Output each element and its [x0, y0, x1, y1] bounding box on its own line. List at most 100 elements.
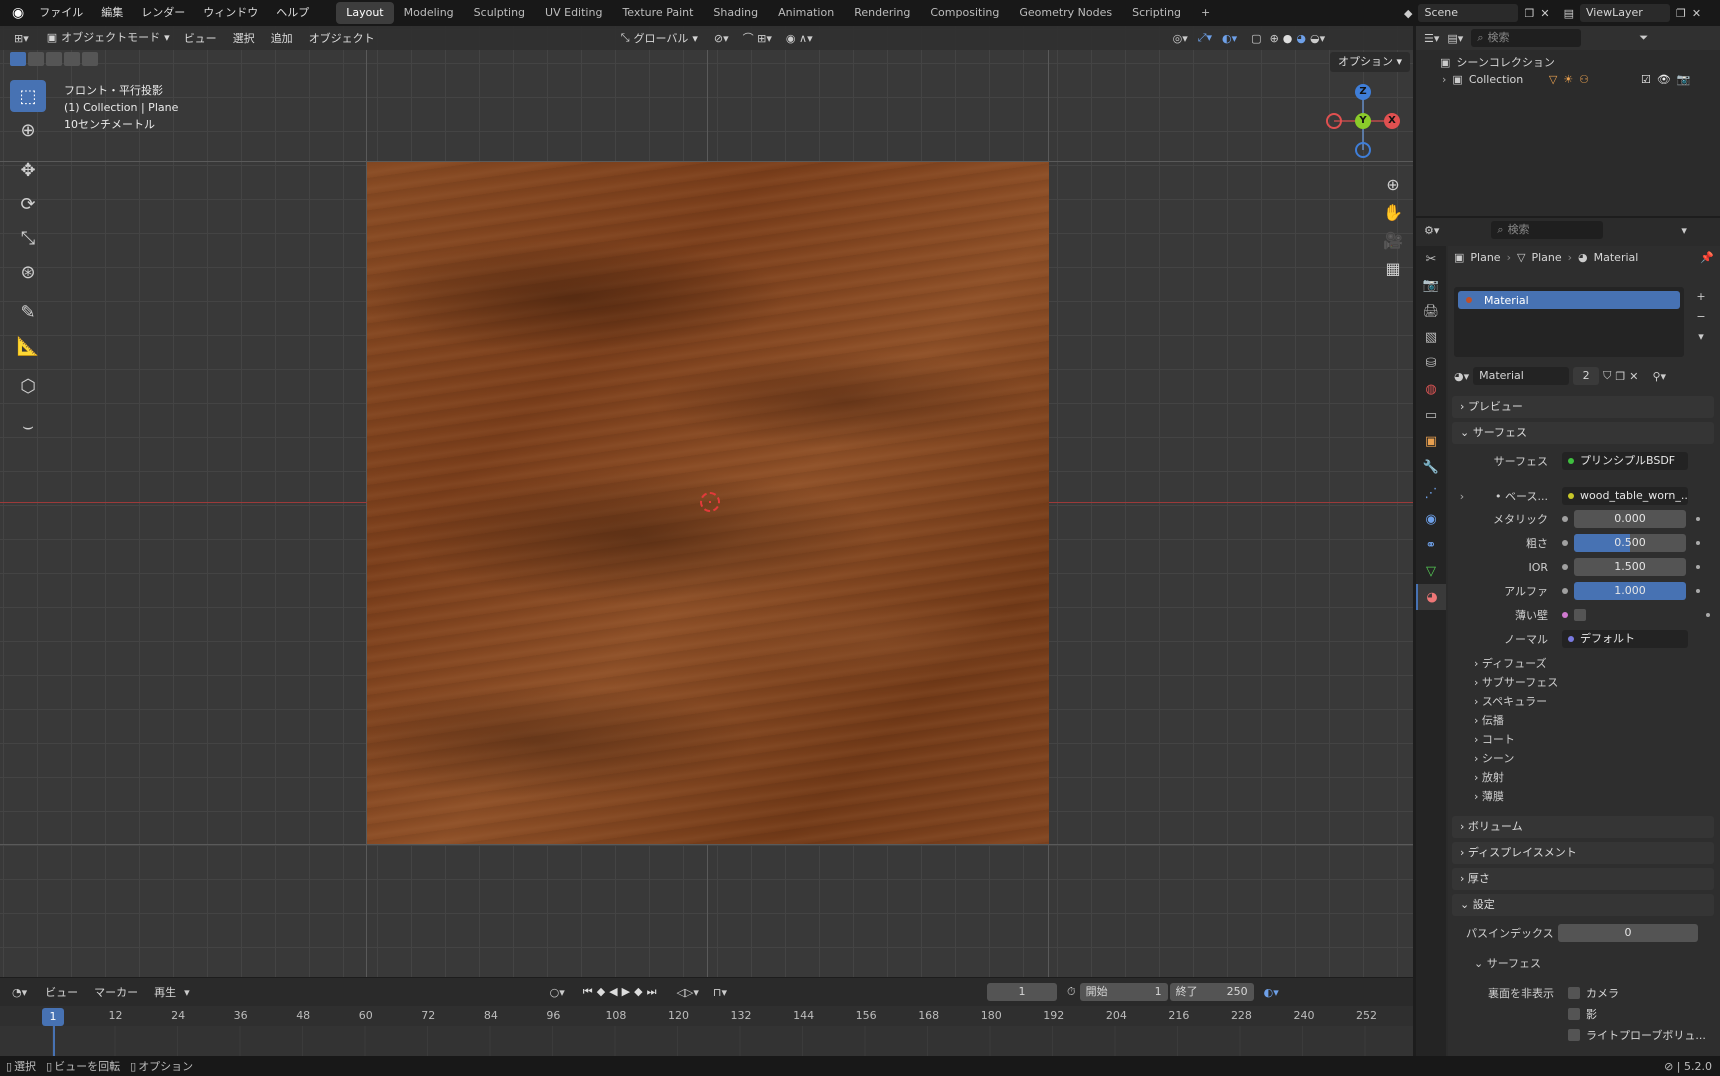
tab-rendering[interactable]: Rendering [844, 0, 920, 26]
tab-animation[interactable]: Animation [768, 0, 844, 26]
editor-type-icon[interactable]: ⊞▾ [14, 32, 41, 45]
menu-render[interactable]: レンダー [132, 0, 194, 26]
pin-icon[interactable]: 📌 [1700, 251, 1714, 264]
panel-thickness[interactable]: › 厚さ [1452, 868, 1714, 890]
panel-settings[interactable]: ⌄ 設定 [1452, 894, 1714, 916]
tab-compositing[interactable]: Compositing [920, 0, 1009, 26]
subpanel-sheen[interactable]: › シーン [1474, 749, 1514, 768]
viewlayer-icon[interactable]: ▤ [1564, 7, 1574, 20]
gizmo-x-axis[interactable]: X [1384, 113, 1400, 129]
jump-end-icon[interactable]: ⏭ [647, 985, 661, 998]
pivot-icon[interactable]: ⊘▾ [698, 32, 729, 45]
material-slot-list[interactable]: Material [1454, 287, 1684, 357]
timeline-ruler[interactable]: 12 24 36 48 60 72 84 96 108 120 132 144 156 168 180 192… [0, 1006, 1413, 1026]
scene-collection-row[interactable]: ▣ シーンコレクション [1440, 54, 1555, 70]
menu-window[interactable]: ウィンドウ [194, 0, 267, 26]
gizmo-neg-z-axis[interactable] [1355, 142, 1371, 158]
tab-sculpting[interactable]: Sculpting [464, 0, 535, 26]
tool-tab-icon[interactable]: ✂ [1416, 246, 1446, 272]
timeline-editor-icon[interactable]: ◔▾ [12, 986, 37, 999]
add-cube-tool-icon[interactable]: ⬡ [10, 370, 46, 402]
data-tab-icon[interactable]: ▽ [1416, 558, 1446, 584]
output-tab-icon[interactable]: 🖨 [1416, 298, 1446, 324]
visibility-icon[interactable]: ◎▾ [1173, 32, 1188, 45]
particles-tab-icon[interactable]: ⋰ [1416, 480, 1446, 506]
tab-shading[interactable]: Shading [703, 0, 768, 26]
gizmo-neg-x-axis[interactable] [1326, 113, 1342, 129]
options-dropdown[interactable]: オプション ▾ [1330, 52, 1411, 72]
shading-material-icon[interactable]: ◕ [1292, 32, 1306, 45]
user-count[interactable]: 2 [1573, 367, 1600, 385]
display-mode-icon[interactable]: ▤▾ [1447, 32, 1463, 45]
overlay-toggle-icon[interactable]: ◐▾ [1212, 32, 1237, 45]
select-subtract-icon[interactable] [46, 52, 62, 66]
scale-tool-icon[interactable]: ⤡ [10, 222, 46, 254]
menu-help[interactable]: ヘルプ [267, 0, 318, 26]
settings-surface-subpanel[interactable]: ⌄ サーフェス [1474, 954, 1541, 973]
subpanel-emission[interactable]: › 放射 [1474, 768, 1504, 787]
material-name-field[interactable]: Material [1473, 367, 1570, 385]
subpanel-diffuse[interactable]: › ディフューズ [1474, 654, 1547, 673]
chevron-right-icon[interactable]: › [1442, 73, 1446, 86]
sync-icon[interactable]: ◐▾ [1254, 986, 1279, 999]
timeline-menu-view[interactable]: ビュー [37, 984, 86, 1000]
filter-icon[interactable]: ⏷ [1639, 31, 1648, 45]
menu-file[interactable]: ファイル [30, 0, 92, 26]
subpanel-specular[interactable]: › スペキュラー [1474, 692, 1547, 711]
play-reverse-icon[interactable]: ◀ [609, 985, 621, 998]
object-tab-icon[interactable]: ▣ [1416, 428, 1446, 454]
navigation-gizmo[interactable]: Z Y X [1326, 84, 1400, 164]
constraints-tab-icon[interactable]: ⚭ [1416, 532, 1446, 558]
view-layer-tab-icon[interactable]: ▧ [1416, 324, 1446, 350]
pan-hand-icon[interactable]: ✋ [1380, 198, 1406, 226]
gizmo-y-axis[interactable]: Y [1355, 113, 1371, 129]
subpanel-coat[interactable]: › コート [1474, 730, 1515, 749]
select-invert-icon[interactable] [64, 52, 80, 66]
panel-displacement[interactable]: › ディスプレイスメント [1452, 842, 1714, 864]
render-camera-icon[interactable]: 📷 [1677, 73, 1691, 86]
tab-scripting[interactable]: Scripting [1122, 0, 1191, 26]
transform-tool-icon[interactable]: ⊛ [10, 256, 46, 288]
duplicate-icon[interactable]: ❐ [1615, 370, 1625, 383]
stopwatch-icon[interactable]: ⏱ [1057, 985, 1076, 999]
start-frame-field[interactable]: 開始 1 [1079, 983, 1168, 1001]
blender-logo-icon[interactable]: ◉ [6, 5, 30, 21]
checkbox-icon[interactable]: ☑ [1641, 73, 1651, 86]
backface-lightprobe-checkbox[interactable] [1568, 1029, 1580, 1041]
jump-start-icon[interactable]: ⏮ [583, 985, 597, 998]
gizmo-z-axis[interactable]: Z [1355, 84, 1371, 100]
thin-wall-checkbox[interactable] [1574, 609, 1586, 621]
auto-key-icon[interactable]: ⊓▾ [699, 986, 727, 999]
camera-view-icon[interactable]: 🎥 [1380, 226, 1406, 254]
fake-user-shield-icon[interactable]: ⛉ [1603, 369, 1611, 383]
prev-keyframe-icon[interactable]: ◆ [597, 985, 609, 998]
alpha-field[interactable]: 1.000 [1574, 582, 1686, 600]
tab-texture-paint[interactable]: Texture Paint [612, 0, 703, 26]
outliner-search-input[interactable]: ⌕ 検索 [1471, 29, 1582, 47]
select-intersect-icon[interactable] [82, 52, 98, 66]
new-scene-icon[interactable]: ❐ [1524, 7, 1534, 20]
outliner-editor-icon[interactable]: ☰▾ [1424, 32, 1439, 45]
xray-icon[interactable]: ▢ [1237, 32, 1261, 45]
menu-view[interactable]: ビュー [176, 30, 225, 46]
chevron-down-icon[interactable]: ▾ [1681, 224, 1687, 237]
annotate-tool-icon[interactable]: ✎ [10, 296, 46, 328]
collection-tab-icon[interactable]: ▭ [1416, 402, 1446, 428]
select-box-tool-icon[interactable]: ⬚ [10, 80, 46, 112]
next-keyframe-icon[interactable]: ◆ [634, 985, 646, 998]
world-tab-icon[interactable]: ◍ [1416, 376, 1446, 402]
mode-dropdown[interactable]: ▣ オブジェクトモード ▾ [41, 29, 176, 47]
pass-index-field[interactable]: 0 [1558, 924, 1698, 942]
tab-modeling[interactable]: Modeling [394, 0, 464, 26]
material-tab-icon[interactable]: ◕ [1416, 584, 1446, 610]
add-workspace-button[interactable]: + [1191, 0, 1220, 26]
delete-viewlayer-icon[interactable]: ✕ [1692, 7, 1701, 20]
end-frame-field[interactable]: 終了 250 [1169, 983, 1254, 1001]
measure-tool-icon[interactable]: 📐 [10, 330, 46, 362]
select-extend-icon[interactable] [28, 52, 44, 66]
zoom-icon[interactable]: ⊕ [1380, 170, 1406, 198]
scene-field[interactable]: Scene [1418, 4, 1519, 22]
menu-select[interactable]: 選択 [225, 30, 263, 46]
node-tree-icon[interactable]: ⚲▾ [1652, 370, 1666, 383]
menu-object[interactable]: オブジェクト [301, 30, 383, 46]
